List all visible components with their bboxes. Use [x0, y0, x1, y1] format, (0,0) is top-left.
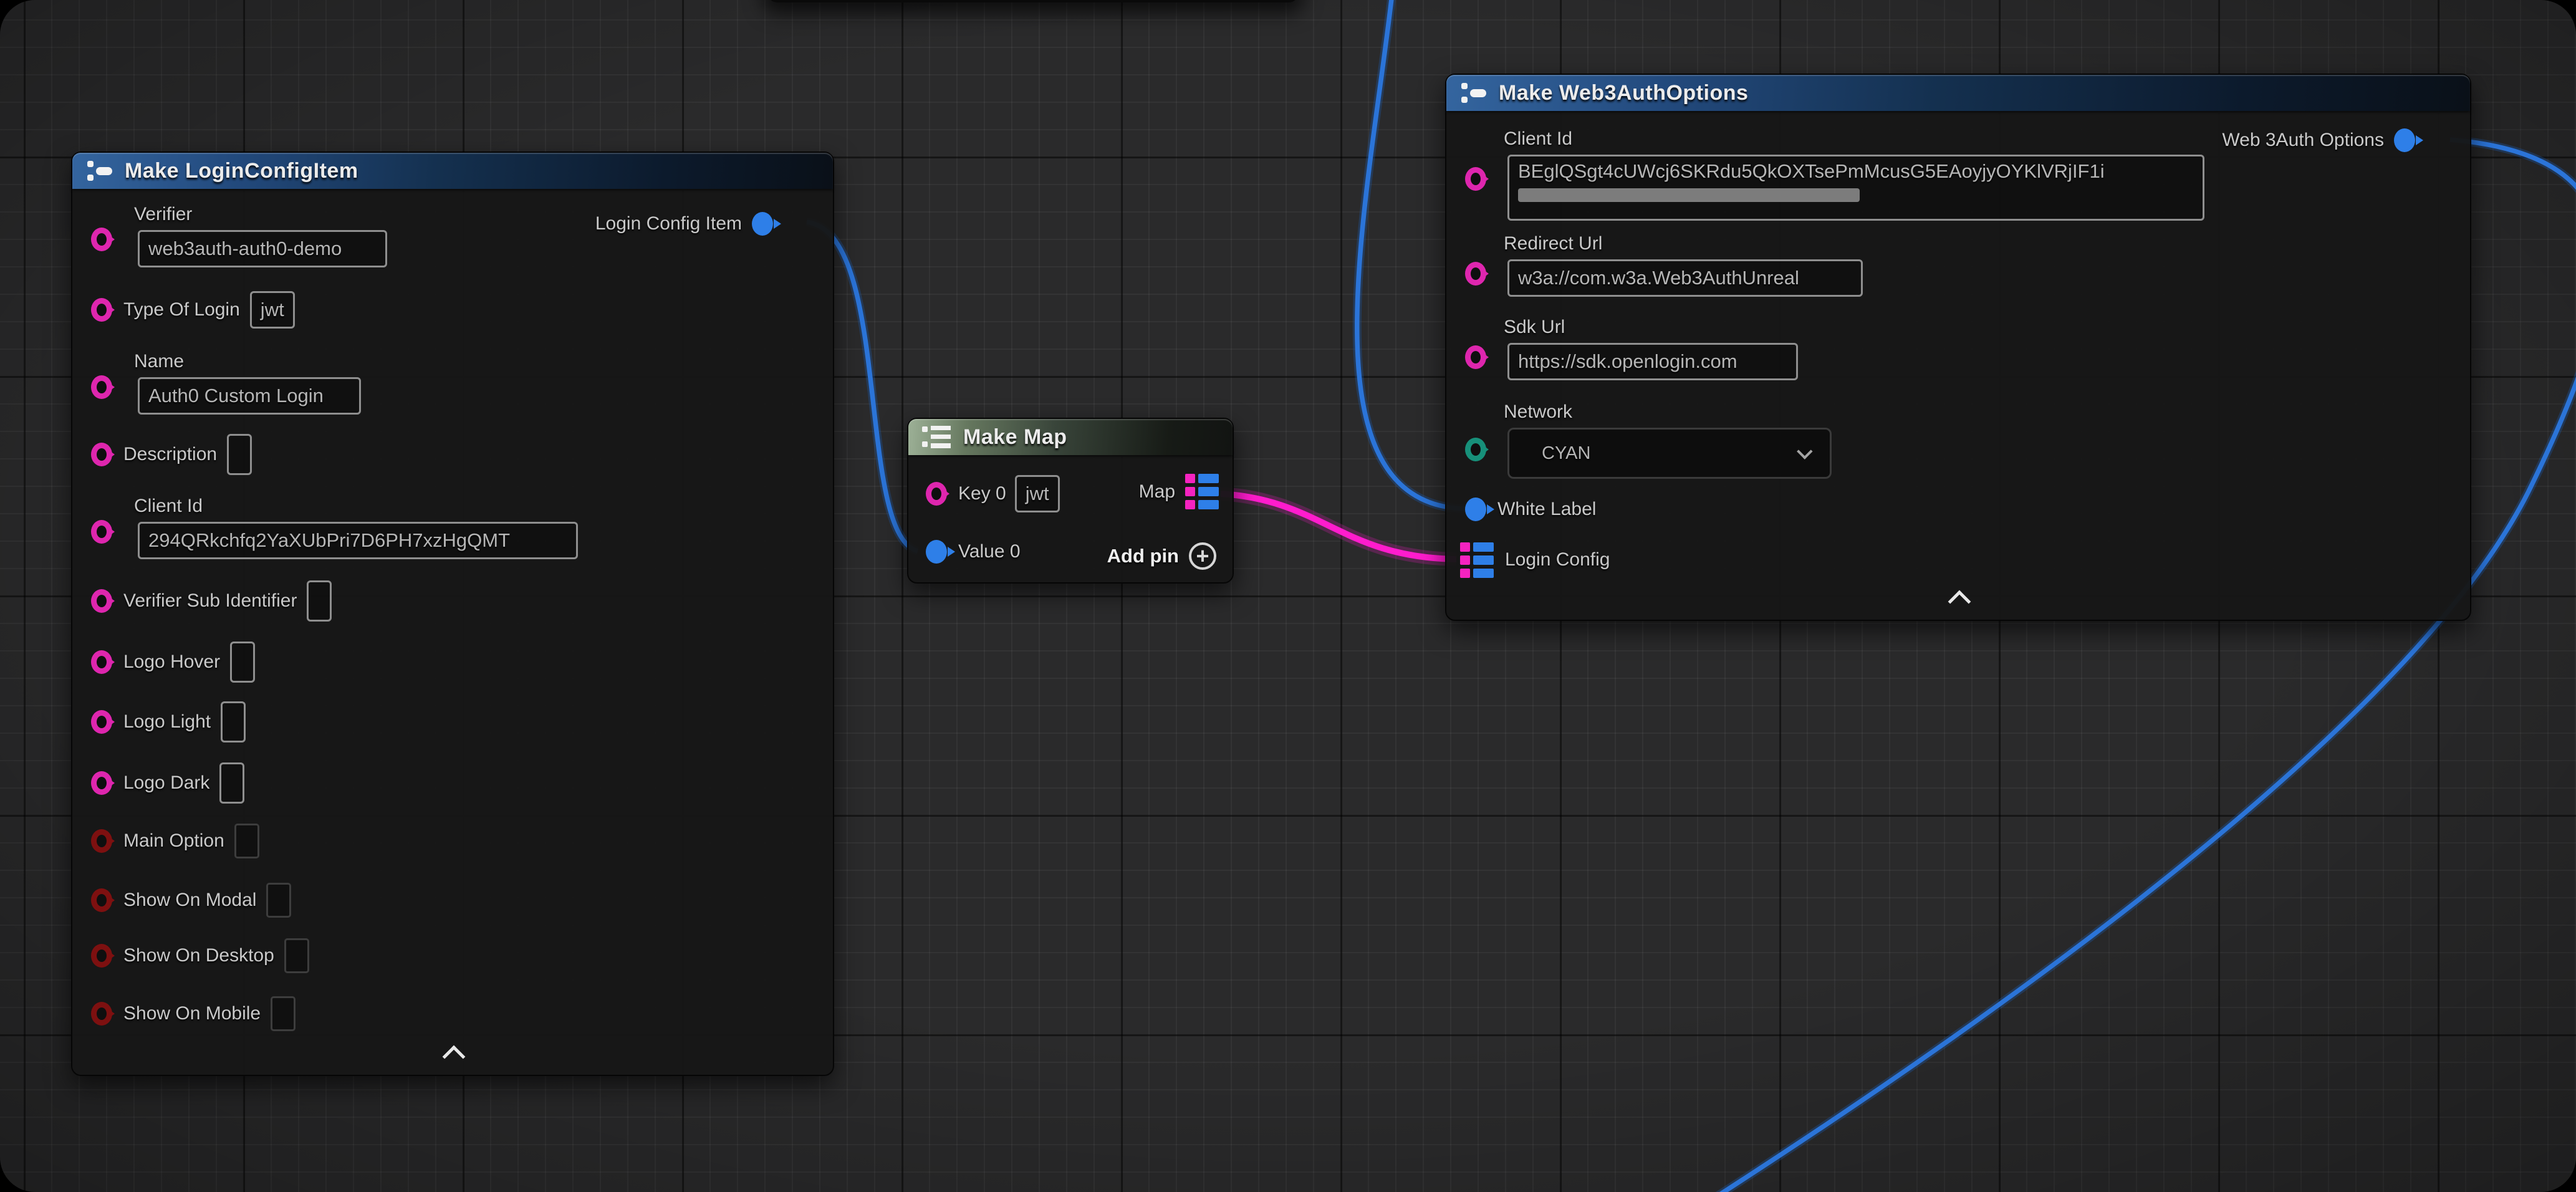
logo-light-pin[interactable]: [91, 710, 112, 734]
show-on-desktop-checkbox[interactable]: [284, 938, 309, 973]
w3a-client-id-scrollbar[interactable]: [1518, 188, 1860, 202]
verifier-sub-identifier-pin[interactable]: [91, 589, 112, 613]
white-label-label: White Label: [1497, 499, 1596, 520]
w3a-client-id-text: BEglQSgt4cUWcj6SKRdu5QkOXTsePmMcusG5EAoy…: [1518, 160, 2105, 183]
web3auth-options-output-label: Web 3Auth Options: [2222, 130, 2384, 151]
key0-pin[interactable]: [926, 482, 947, 506]
network-dropdown[interactable]: CYAN: [1507, 428, 1832, 479]
node-make-map: Make Map Key 0 jwt Map Value 0 Add pin +: [907, 418, 1234, 584]
verifier-sub-identifier-label: Verifier Sub Identifier: [123, 590, 297, 612]
verifier-label: Verifier: [134, 204, 387, 225]
redirect-url-pin[interactable]: [1465, 262, 1486, 286]
w3a-client-id-label: Client Id: [1504, 128, 2204, 150]
login-config-label: Login Config: [1505, 549, 1610, 570]
node-make-map-header[interactable]: Make Map: [908, 419, 1233, 455]
logo-hover-pin[interactable]: [91, 650, 112, 674]
logo-hover-input[interactable]: [230, 642, 255, 683]
client-id-pin[interactable]: [91, 520, 112, 544]
w3a-client-id-input[interactable]: BEglQSgt4cUWcj6SKRdu5QkOXTsePmMcusG5EAoy…: [1507, 155, 2204, 221]
main-option-checkbox[interactable]: [234, 824, 259, 858]
make-struct-icon: [86, 158, 113, 183]
login-config-item-output-pin[interactable]: [752, 212, 773, 236]
main-option-pin[interactable]: [91, 829, 112, 853]
chevron-down-icon: [1797, 443, 1812, 459]
name-pin[interactable]: [91, 375, 112, 399]
collapse-chevron-icon[interactable]: [1948, 590, 1971, 613]
node-title: Make Web3AuthOptions: [1499, 81, 1748, 105]
description-input[interactable]: [227, 434, 252, 475]
sdk-url-input[interactable]: https://sdk.openlogin.com: [1507, 343, 1798, 380]
value0-pin[interactable]: [926, 540, 947, 564]
add-pin-label: Add pin: [1107, 545, 1179, 567]
offscreen-node-edge: [767, 0, 1299, 2]
value0-label: Value 0: [958, 541, 1021, 562]
node-title: Make Map: [963, 425, 1067, 449]
type-of-login-pin[interactable]: [91, 298, 112, 322]
make-map-icon: [922, 425, 952, 449]
show-on-desktop-pin[interactable]: [91, 944, 112, 968]
node-make-web3authoptions: Make Web3AuthOptions Web 3Auth Options C…: [1445, 74, 2471, 621]
node-make-loginconfigitem-header[interactable]: Make LoginConfigItem: [72, 153, 833, 189]
show-on-modal-label: Show On Modal: [123, 890, 256, 911]
logo-dark-input[interactable]: [219, 762, 244, 804]
description-pin[interactable]: [91, 443, 112, 466]
show-on-modal-pin[interactable]: [91, 888, 112, 912]
login-config-pin[interactable]: [1460, 542, 1494, 578]
login-config-item-output-label: Login Config Item: [595, 213, 742, 234]
blueprint-graph-canvas[interactable]: Make LoginConfigItem Login Config Item V…: [0, 0, 2576, 1192]
logo-light-input[interactable]: [221, 701, 246, 743]
show-on-desktop-label: Show On Desktop: [123, 945, 274, 966]
sdk-url-label: Sdk Url: [1504, 317, 1798, 338]
map-output-pin[interactable]: [1185, 474, 1219, 509]
node-make-web3authoptions-header[interactable]: Make Web3AuthOptions: [1446, 75, 2470, 111]
verifier-sub-identifier-input[interactable]: [307, 580, 332, 622]
logo-dark-label: Logo Dark: [123, 772, 209, 794]
node-make-loginconfigitem: Make LoginConfigItem Login Config Item V…: [71, 151, 834, 1076]
client-id-label: Client Id: [134, 496, 578, 517]
show-on-mobile-checkbox[interactable]: [271, 996, 296, 1031]
verifier-pin[interactable]: [91, 228, 112, 251]
w3a-client-id-pin[interactable]: [1465, 167, 1486, 191]
logo-dark-pin[interactable]: [91, 771, 112, 795]
wire-map-to-loginconfig-glow: [1221, 494, 1456, 559]
type-of-login-label: Type Of Login: [123, 299, 240, 320]
key0-label: Key 0: [958, 483, 1006, 504]
show-on-mobile-label: Show On Mobile: [123, 1003, 261, 1024]
add-pin-icon[interactable]: +: [1189, 542, 1216, 570]
key0-input[interactable]: jwt: [1015, 475, 1060, 512]
name-input[interactable]: Auth0 Custom Login: [138, 377, 361, 415]
main-option-label: Main Option: [123, 830, 224, 852]
description-label: Description: [123, 444, 217, 465]
redirect-url-input[interactable]: w3a://com.w3a.Web3AuthUnreal: [1507, 259, 1863, 297]
redirect-url-label: Redirect Url: [1504, 233, 1863, 254]
show-on-modal-checkbox[interactable]: [266, 883, 291, 918]
collapse-chevron-icon[interactable]: [443, 1045, 466, 1069]
logo-hover-label: Logo Hover: [123, 651, 220, 673]
map-output-label: Map: [1139, 481, 1175, 502]
network-label: Network: [1504, 401, 1832, 423]
logo-light-label: Logo Light: [123, 711, 211, 733]
network-dropdown-value: CYAN: [1542, 443, 1590, 464]
type-of-login-input[interactable]: jwt: [250, 291, 295, 329]
sdk-url-pin[interactable]: [1465, 345, 1486, 369]
client-id-input[interactable]: 294QRkchfq2YaXUbPri7D6PH7xzHgQMT: [138, 522, 578, 559]
node-title: Make LoginConfigItem: [125, 159, 358, 183]
make-struct-icon: [1460, 80, 1487, 105]
name-label: Name: [134, 351, 361, 372]
verifier-input[interactable]: web3auth-auth0-demo: [138, 230, 387, 267]
network-pin[interactable]: [1465, 438, 1486, 461]
web3auth-options-output-pin[interactable]: [2394, 128, 2415, 152]
white-label-pin[interactable]: [1465, 497, 1486, 521]
show-on-mobile-pin[interactable]: [91, 1002, 112, 1026]
